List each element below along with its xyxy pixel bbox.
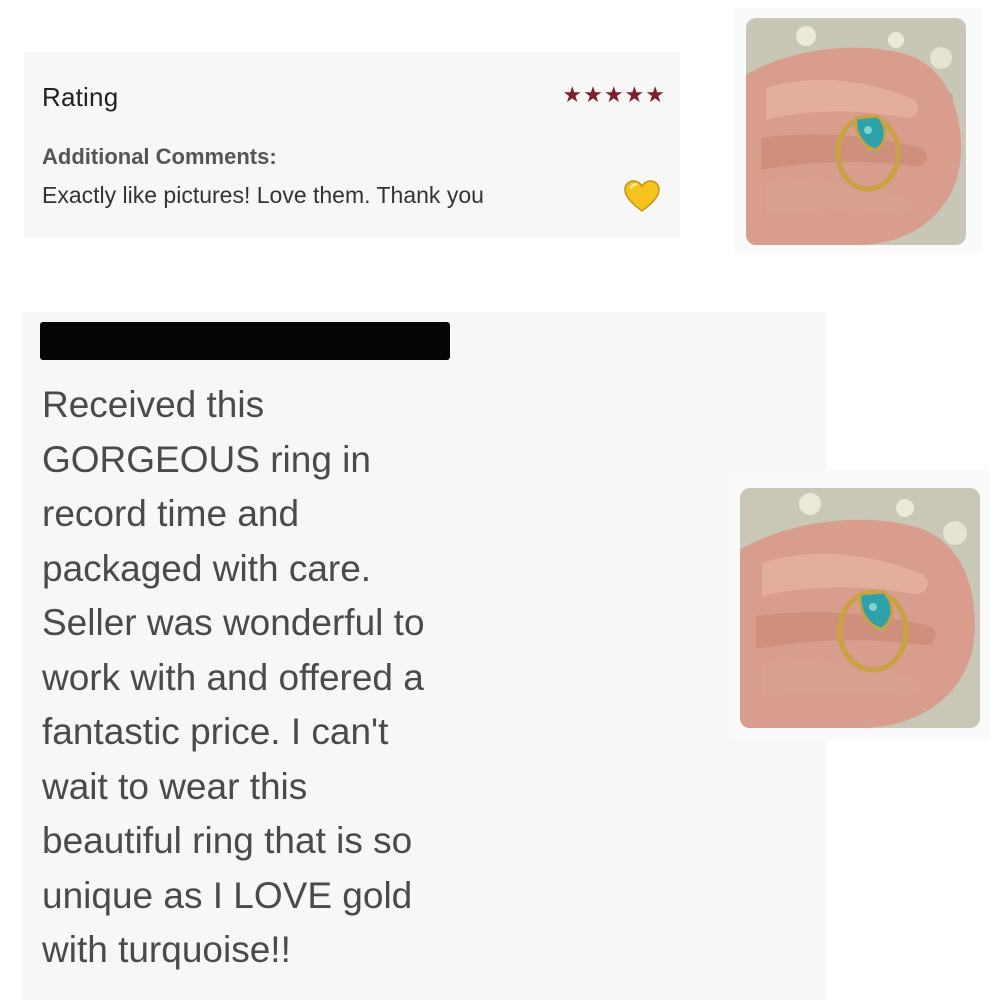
review-photo-2-frame[interactable] (728, 470, 990, 740)
star-rating: ★★★★★ (562, 82, 666, 107)
ring-photo[interactable] (746, 18, 966, 245)
additional-comments-label: Additional Comments: (42, 144, 277, 169)
ring-photo[interactable] (740, 488, 980, 728)
review-card-2: Received this GORGEOUS ring in record ti… (22, 312, 826, 1000)
rating-label: Rating (42, 82, 119, 112)
review-comment-text: Exactly like pictures! Love them. Thank … (42, 182, 484, 208)
review-card-1: Rating ★★★★★ Additional Comments: Exactl… (24, 52, 680, 237)
review-body-text: Received this GORGEOUS ring in record ti… (42, 384, 425, 970)
redacted-reviewer-name (40, 322, 450, 360)
yellow-heart-icon (624, 180, 660, 212)
review-photo-1-frame[interactable] (734, 8, 982, 253)
